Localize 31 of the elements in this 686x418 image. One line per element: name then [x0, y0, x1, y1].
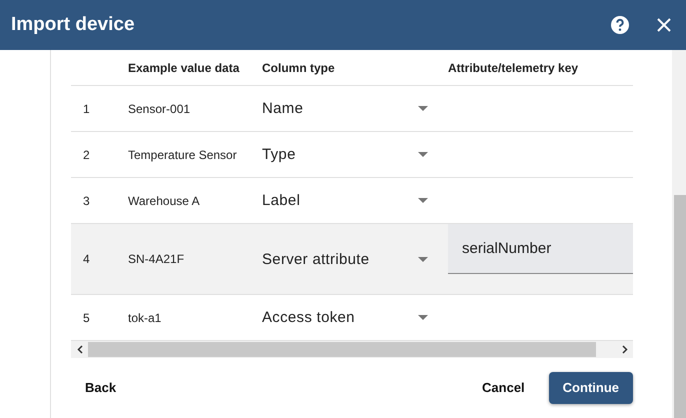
column-type-select[interactable]: Server attribute	[262, 250, 448, 268]
help-icon[interactable]	[610, 15, 630, 35]
caret-icon	[418, 106, 428, 111]
column-type-select[interactable]: Access token	[262, 309, 448, 326]
row-number: 2	[82, 148, 91, 162]
column-type-select[interactable]: Name	[262, 100, 448, 117]
row-number: 1	[82, 102, 91, 116]
column-type-select[interactable]: Label	[262, 192, 448, 209]
table-cell-text: Warehouse A	[128, 194, 201, 208]
caret-icon	[418, 256, 428, 262]
cancel-button[interactable]: Cancel	[468, 370, 539, 405]
dialog-title: Import device	[11, 14, 136, 36]
caret-icon	[418, 315, 428, 320]
table-cell-text: SN-4A21F	[128, 252, 186, 266]
key-field[interactable]: serialNumber	[448, 224, 633, 274]
caret-icon	[418, 152, 428, 157]
table-cell-text: tok-a1	[128, 310, 162, 324]
table-cell-text: Temperature Sensor	[128, 148, 238, 162]
column-header: Column type	[262, 60, 336, 74]
caret-icon	[418, 198, 428, 203]
table-cell-text: Sensor-001	[128, 102, 192, 116]
scrollbar-thumb[interactable]	[88, 342, 596, 357]
column-header: Attribute/telemetry key	[448, 60, 580, 74]
row-number: 3	[82, 194, 91, 208]
continue-button[interactable]: Continue	[548, 372, 633, 404]
scrollbar-thumb[interactable]	[674, 195, 686, 418]
back-button[interactable]: Back	[71, 370, 130, 405]
row-number: 4	[82, 252, 91, 266]
column-header: Example value data	[128, 60, 240, 74]
column-type-select[interactable]: Type	[262, 146, 448, 163]
row-number: 5	[82, 310, 91, 324]
